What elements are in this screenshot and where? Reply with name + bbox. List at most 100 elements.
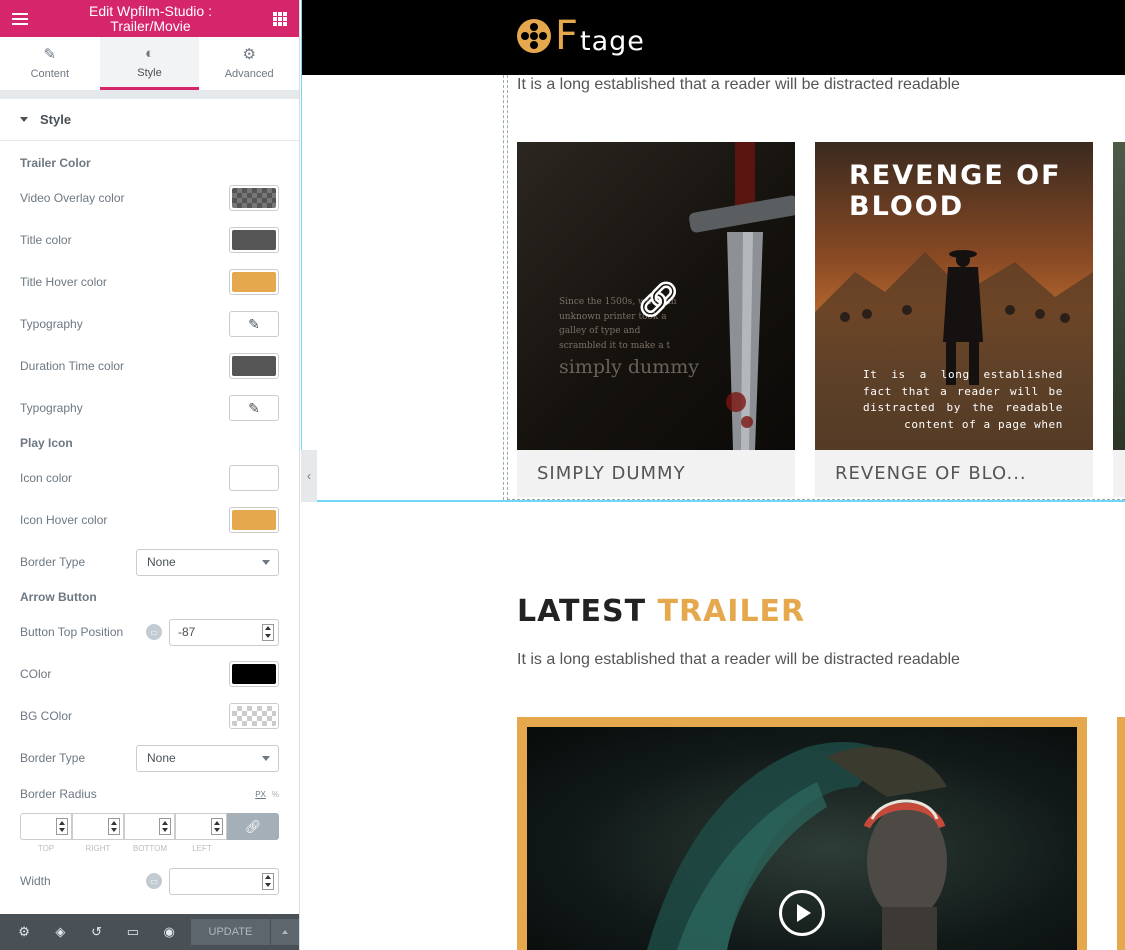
- chevron-down-icon: [262, 559, 270, 565]
- stepper-icon[interactable]: [262, 872, 274, 890]
- control-width: Width ▭: [20, 860, 279, 902]
- title-hover-color-picker[interactable]: [229, 269, 279, 295]
- movie-card-partial[interactable]: [1113, 142, 1125, 497]
- pencil-icon: ✎: [248, 399, 260, 416]
- update-options-button[interactable]: [270, 919, 299, 945]
- poster-heading: simply dummy: [559, 356, 700, 378]
- control-duration-color: Duration Time color: [20, 345, 279, 387]
- button-top-position-input[interactable]: -87: [169, 618, 279, 646]
- preview-eye-icon[interactable]: ◉: [151, 914, 187, 950]
- link-values-button[interactable]: 🔗︎: [227, 813, 279, 840]
- site-logo[interactable]: F tage: [517, 14, 645, 57]
- panel-title-line1: Edit Wpfilm-Studio :: [89, 2, 212, 19]
- dim-label-bottom: BOTTOM: [132, 844, 168, 853]
- border-type-select[interactable]: None: [136, 548, 279, 576]
- label-border-radius: Border Radius: [20, 787, 97, 801]
- column-divider: [507, 499, 1125, 500]
- stepper-icon[interactable]: [159, 818, 172, 835]
- duration-color-picker[interactable]: [229, 353, 279, 379]
- label-width: Width: [20, 874, 51, 888]
- typography-edit-button[interactable]: ✎: [229, 395, 279, 421]
- radius-left-input[interactable]: [175, 813, 228, 840]
- section-title: LATEST TRAILER: [517, 594, 805, 629]
- label-button-top-position: Button Top Position: [20, 625, 124, 639]
- intro-text: It is a long established that a reader w…: [517, 76, 960, 93]
- panel-separator: [0, 91, 299, 99]
- bg-color-picker[interactable]: [229, 703, 279, 729]
- typography-edit-button[interactable]: ✎: [229, 311, 279, 337]
- movie-card[interactable]: REVENGE OF BLOOD It is a long establishe…: [815, 142, 1093, 497]
- color-swatch: [232, 230, 276, 250]
- layers-navigator-icon[interactable]: ◈: [42, 914, 78, 950]
- control-title-hover: Title Hover color: [20, 261, 279, 303]
- tab-content[interactable]: ✎ Content: [0, 37, 100, 90]
- color-swatch: [232, 468, 276, 488]
- collapse-panel-handle[interactable]: ‹: [301, 450, 317, 502]
- control-typography-title: Typography ✎: [20, 303, 279, 345]
- tab-style[interactable]: ◐ Style: [99, 37, 200, 90]
- icon-color-picker[interactable]: [229, 465, 279, 491]
- unit-px[interactable]: PX: [255, 790, 266, 799]
- history-icon[interactable]: ↺: [79, 914, 115, 950]
- widgets-grid-icon[interactable]: [273, 11, 287, 26]
- title-color-picker[interactable]: [229, 227, 279, 253]
- arrow-color-picker[interactable]: [229, 661, 279, 687]
- label-title-color: Title color: [20, 233, 72, 247]
- radius-right-input[interactable]: [71, 813, 124, 840]
- radius-top-input[interactable]: [20, 813, 72, 840]
- stepper-icon[interactable]: [262, 623, 274, 641]
- desktop-icon[interactable]: ▭: [146, 873, 162, 889]
- heading-play-icon: Play Icon: [20, 436, 73, 450]
- radius-bottom-input[interactable]: [123, 813, 176, 840]
- hamburger-menu-icon[interactable]: [12, 12, 28, 25]
- section-toggle-style[interactable]: Style: [0, 99, 299, 141]
- dim-label-right: RIGHT: [85, 844, 111, 853]
- pencil-icon: ✎: [43, 46, 57, 63]
- link-icon[interactable]: 🔗︎: [637, 280, 680, 320]
- video-overlay-color-picker[interactable]: [229, 185, 279, 211]
- trailer-video-partial[interactable]: [1117, 717, 1125, 950]
- gear-icon: ⚙: [242, 46, 256, 63]
- unit-percent[interactable]: %: [272, 790, 279, 799]
- movie-card-title[interactable]: REVENGE OF BLO...: [815, 450, 1093, 497]
- label-icon-color: Icon color: [20, 471, 73, 485]
- stepper-icon[interactable]: [107, 818, 120, 835]
- column-divider: [503, 75, 504, 500]
- editor-panel: Edit Wpfilm-Studio : Trailer/Movie ✎ Con…: [0, 0, 300, 950]
- control-border-type-play: Border Type None: [20, 541, 279, 583]
- dim-label-top: TOP: [37, 844, 55, 853]
- section-label: Style: [40, 112, 72, 127]
- color-swatch: [232, 706, 276, 726]
- trailer-video[interactable]: [517, 717, 1087, 950]
- select-value: None: [147, 751, 176, 765]
- caret-up-icon: [282, 930, 289, 934]
- stepper-icon[interactable]: [211, 818, 224, 835]
- responsive-number-control: ▭ -87: [146, 618, 279, 646]
- poster-tagline: It is a long established fact that a rea…: [863, 368, 1063, 431]
- style-controls: Trailer Color Video Overlay color Title …: [0, 149, 299, 902]
- responsive-number-control: ▭: [146, 867, 279, 895]
- stepper-icon[interactable]: [55, 818, 68, 835]
- panel-tabs: ✎ Content ◐ Style ⚙ Advanced: [0, 37, 299, 91]
- play-button[interactable]: [779, 890, 825, 936]
- settings-gear-icon[interactable]: ⚙: [6, 914, 42, 950]
- color-swatch: [232, 510, 276, 530]
- pencil-icon: ✎: [248, 315, 260, 332]
- responsive-mode-icon[interactable]: ▭: [115, 914, 151, 950]
- label-title-hover: Title Hover color: [20, 275, 107, 289]
- width-input[interactable]: [169, 867, 279, 895]
- poster-heading: REVENGE OF BLOOD: [849, 160, 1062, 222]
- control-title-color: Title color: [20, 219, 279, 261]
- chevron-left-icon: ‹: [307, 469, 311, 483]
- movie-card-title[interactable]: SIMPLY DUMMY: [517, 450, 795, 497]
- desktop-icon[interactable]: ▭: [146, 624, 162, 640]
- border-type-select[interactable]: None: [136, 744, 279, 772]
- dim-label-left: LEFT: [192, 844, 212, 853]
- tab-advanced[interactable]: ⚙ Advanced: [199, 37, 299, 90]
- icon-hover-color-picker[interactable]: [229, 507, 279, 533]
- update-button[interactable]: UPDATE: [191, 919, 270, 945]
- control-button-top-position: Button Top Position ▭ -87: [20, 611, 279, 653]
- panel-title-line2: Trailer/Movie: [110, 17, 191, 34]
- label-arrow-color: COlor: [20, 667, 52, 681]
- movie-card[interactable]: Since the 1500s, when an unknown printer…: [517, 142, 795, 497]
